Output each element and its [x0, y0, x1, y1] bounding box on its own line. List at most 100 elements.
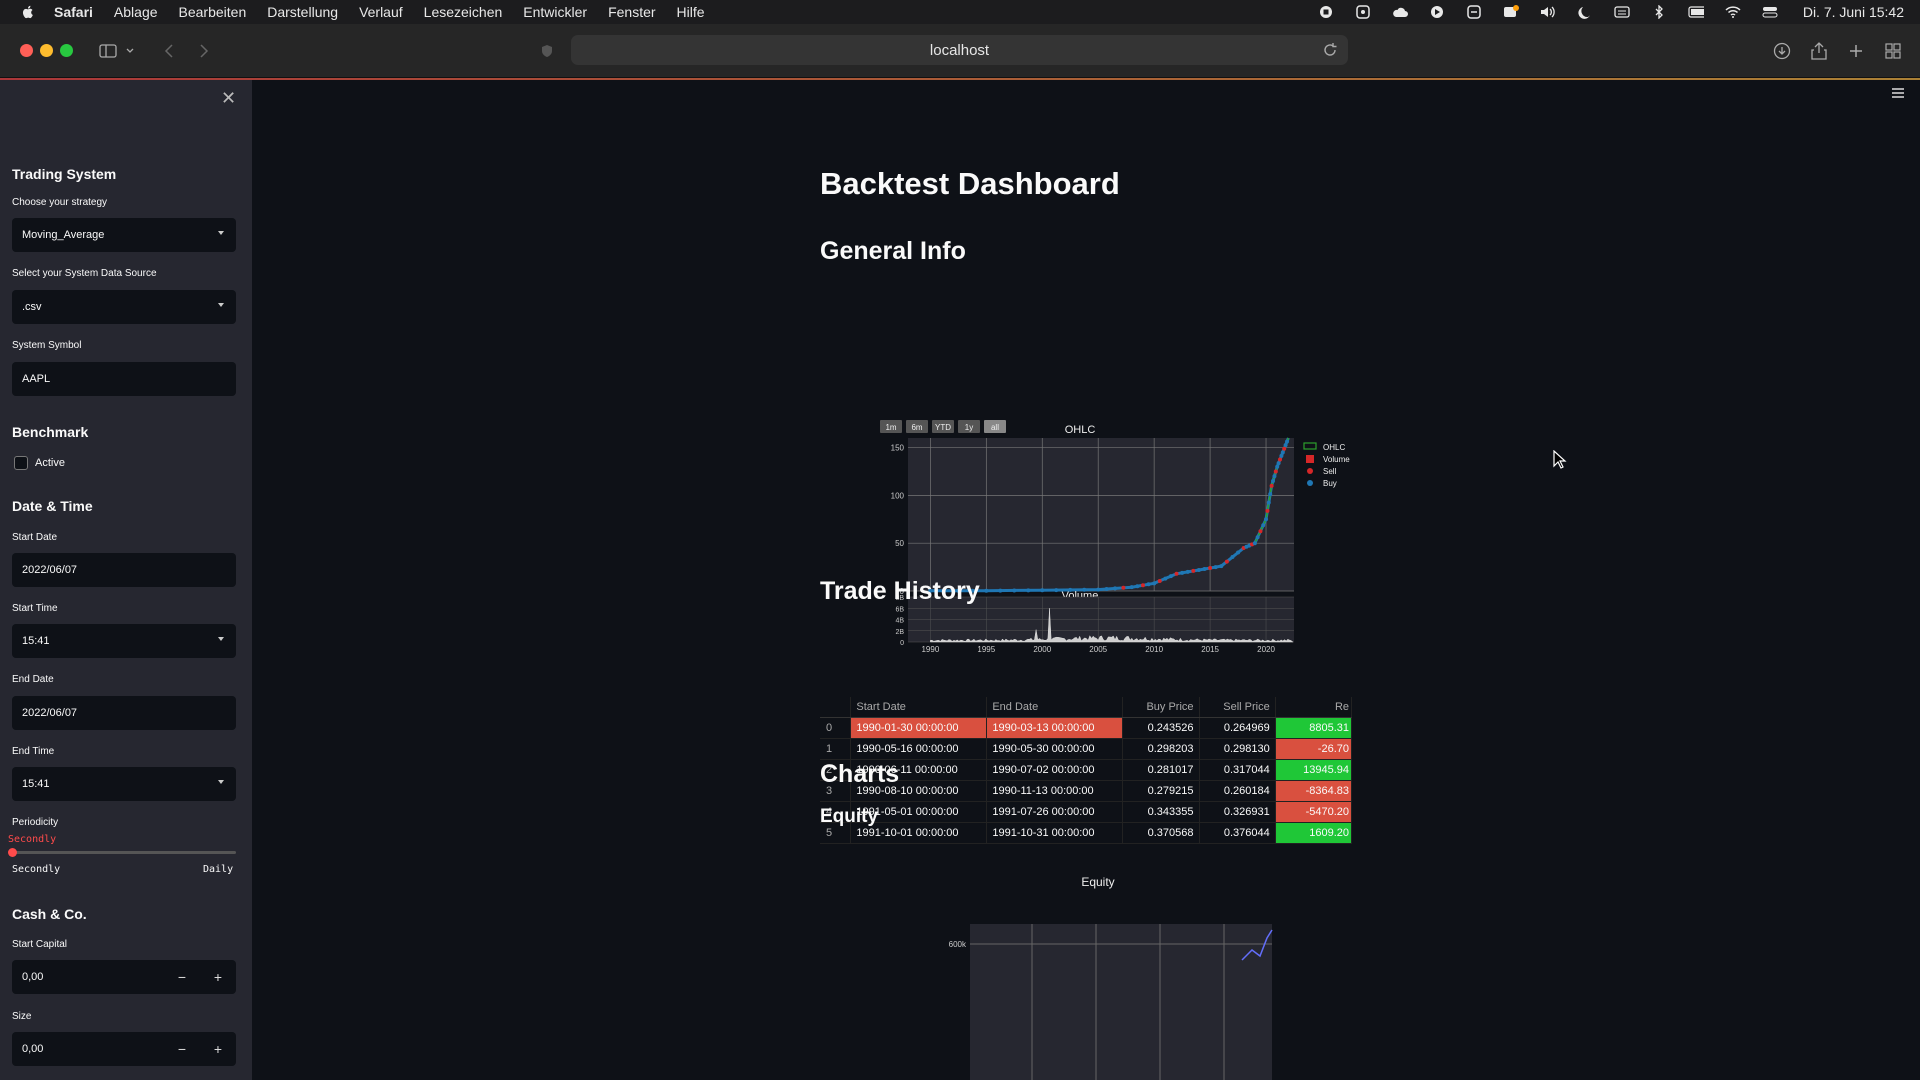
table-row[interactable]: 5 1991-10-01 00:00:00 1991-10-31 00:00:00 0…: [820, 822, 1353, 844]
range-button-all[interactable]: all: [984, 420, 1006, 433]
tab-overview-icon[interactable]: [1882, 40, 1904, 62]
reload-icon[interactable]: [1322, 42, 1338, 58]
data-source-select[interactable]: .csv: [12, 290, 236, 324]
table-row[interactable]: 2 1990-06-11 00:00:00 1990-07-02 00:00:00 0…: [820, 759, 1353, 781]
table-row[interactable]: 4 1991-05-01 00:00:00 1991-07-26 00:00:00 0…: [820, 801, 1353, 823]
column-header-end-date[interactable]: End Date: [986, 697, 1124, 718]
return-cell[interactable]: 8805.31: [1275, 717, 1353, 739]
legend-item-volume[interactable]: Volume: [1306, 455, 1350, 464]
range-button-6m[interactable]: 6m: [906, 420, 928, 433]
start-time-select[interactable]: 15:41: [12, 624, 236, 658]
forward-icon[interactable]: [193, 40, 215, 62]
periodicity-slider-track[interactable]: [12, 851, 236, 854]
download-icon[interactable]: [1771, 40, 1793, 62]
legend-item-buy[interactable]: Buy: [1307, 479, 1337, 488]
return-cell[interactable]: -26.70: [1275, 738, 1353, 760]
buy-price-cell[interactable]: 0.370568: [1122, 822, 1200, 844]
return-cell[interactable]: 1609.20: [1275, 822, 1353, 844]
start-capital-input[interactable]: 0,00 − +: [12, 960, 236, 994]
buy-price-cell[interactable]: 0.243526: [1122, 717, 1200, 739]
end-date-cell[interactable]: 1990-07-02 00:00:00: [986, 759, 1124, 781]
start-capital-decrement-button[interactable]: −: [170, 967, 194, 987]
notes-icon[interactable]: [1466, 5, 1482, 19]
end-time-select[interactable]: 15:41: [12, 767, 236, 801]
back-icon[interactable]: [158, 40, 180, 62]
screen-record-icon[interactable]: [1318, 5, 1334, 19]
cloud-icon[interactable]: [1392, 5, 1408, 19]
sell-price-cell[interactable]: 0.317044: [1199, 759, 1276, 781]
notification-icon[interactable]: [1503, 5, 1519, 19]
benchmark-active-checkbox[interactable]: [14, 456, 28, 470]
app-status-icon[interactable]: [1429, 5, 1445, 19]
window-close-button[interactable]: [20, 44, 33, 57]
range-button-ytd[interactable]: YTD: [932, 420, 954, 433]
column-header-return[interactable]: Re: [1275, 697, 1353, 718]
ohlc-chart[interactable]: 1m 6m YTD 1y all OHLC 050100150 Volume 02B4B…: [860, 337, 1380, 657]
range-button-1y[interactable]: 1y: [958, 420, 980, 433]
wifi-icon[interactable]: [1725, 5, 1741, 19]
symbol-input[interactable]: AAPL: [12, 362, 236, 396]
menu-lesezeichen[interactable]: Lesezeichen: [424, 4, 503, 20]
battery-icon[interactable]: [1688, 5, 1704, 19]
menu-fenster[interactable]: Fenster: [608, 4, 655, 20]
end-date-cell[interactable]: 1991-07-26 00:00:00: [986, 801, 1124, 823]
start-date-cell[interactable]: 1990-01-30 00:00:00: [850, 717, 988, 739]
table-row[interactable]: 0 1990-01-30 00:00:00 1990-03-13 00:00:00 0…: [820, 717, 1353, 739]
window-minimize-button[interactable]: [40, 44, 53, 57]
strategy-select[interactable]: Moving_Average: [12, 218, 236, 252]
window-maximize-button[interactable]: [60, 44, 73, 57]
control-center-icon[interactable]: [1762, 5, 1778, 19]
size-increment-button[interactable]: +: [206, 1039, 230, 1059]
apple-logo-icon[interactable]: [20, 4, 36, 20]
start-date-cell[interactable]: 1990-05-16 00:00:00: [850, 738, 988, 760]
column-header-index[interactable]: [820, 697, 852, 718]
return-cell[interactable]: -5470.20: [1275, 801, 1353, 823]
buy-price-cell[interactable]: 0.279215: [1122, 780, 1200, 802]
menu-entwickler[interactable]: Entwickler: [523, 4, 587, 20]
sell-price-cell[interactable]: 0.298130: [1199, 738, 1276, 760]
size-input[interactable]: 0,00 − +: [12, 1032, 236, 1066]
table-row[interactable]: 1 1990-05-16 00:00:00 1990-05-30 00:00:00 0…: [820, 738, 1353, 760]
buy-price-cell[interactable]: 0.281017: [1122, 759, 1200, 781]
extension-icon[interactable]: [1355, 5, 1371, 19]
menubar-clock[interactable]: Di. 7. Juni 15:42: [1803, 4, 1904, 20]
sidebar-toggle-icon[interactable]: [97, 40, 119, 62]
buy-price-cell[interactable]: 0.298203: [1122, 738, 1200, 760]
range-button-1m[interactable]: 1m: [880, 420, 902, 433]
sell-price-cell[interactable]: 0.376044: [1199, 822, 1276, 844]
menu-app-name[interactable]: Safari: [54, 4, 93, 20]
start-capital-increment-button[interactable]: +: [206, 967, 230, 987]
end-date-cell[interactable]: 1990-05-30 00:00:00: [986, 738, 1124, 760]
privacy-shield-icon[interactable]: [536, 40, 558, 62]
keyboard-layout-icon[interactable]: [1614, 5, 1630, 19]
menu-verlauf[interactable]: Verlauf: [359, 4, 403, 20]
volume-icon[interactable]: [1540, 5, 1556, 19]
periodicity-slider-thumb[interactable]: [8, 848, 17, 857]
sell-price-cell[interactable]: 0.326931: [1199, 801, 1276, 823]
buy-price-cell[interactable]: 0.343355: [1122, 801, 1200, 823]
start-date-input[interactable]: 2022/06/07: [12, 553, 236, 587]
menu-ablage[interactable]: Ablage: [114, 4, 158, 20]
size-decrement-button[interactable]: −: [170, 1039, 194, 1059]
menu-hilfe[interactable]: Hilfe: [677, 4, 705, 20]
equity-chart[interactable]: Equity 600k: [842, 870, 1322, 1080]
end-date-cell[interactable]: 1990-03-13 00:00:00: [986, 717, 1124, 739]
menu-bearbeiten[interactable]: Bearbeiten: [179, 4, 247, 20]
new-tab-icon[interactable]: [1845, 40, 1867, 62]
end-date-cell[interactable]: 1990-11-13 00:00:00: [986, 780, 1124, 802]
address-bar[interactable]: localhost: [571, 35, 1348, 65]
return-cell[interactable]: -8364.83: [1275, 780, 1353, 802]
bluetooth-icon[interactable]: [1651, 5, 1667, 19]
sell-price-cell[interactable]: 0.260184: [1199, 780, 1276, 802]
end-date-input[interactable]: 2022/06/07: [12, 696, 236, 730]
legend-item-ohlc[interactable]: OHLC: [1303, 442, 1345, 452]
end-date-cell[interactable]: 1991-10-31 00:00:00: [986, 822, 1124, 844]
legend-item-sell[interactable]: Sell: [1307, 467, 1337, 476]
close-sidebar-icon[interactable]: ✕: [221, 88, 236, 109]
chevron-down-icon[interactable]: [124, 40, 136, 62]
column-header-start-date[interactable]: Start Date: [850, 697, 988, 718]
column-header-buy-price[interactable]: Buy Price: [1122, 697, 1200, 718]
share-icon[interactable]: [1808, 40, 1830, 62]
table-row[interactable]: 3 1990-08-10 00:00:00 1990-11-13 00:00:00 0…: [820, 780, 1353, 802]
moon-icon[interactable]: [1577, 5, 1593, 19]
